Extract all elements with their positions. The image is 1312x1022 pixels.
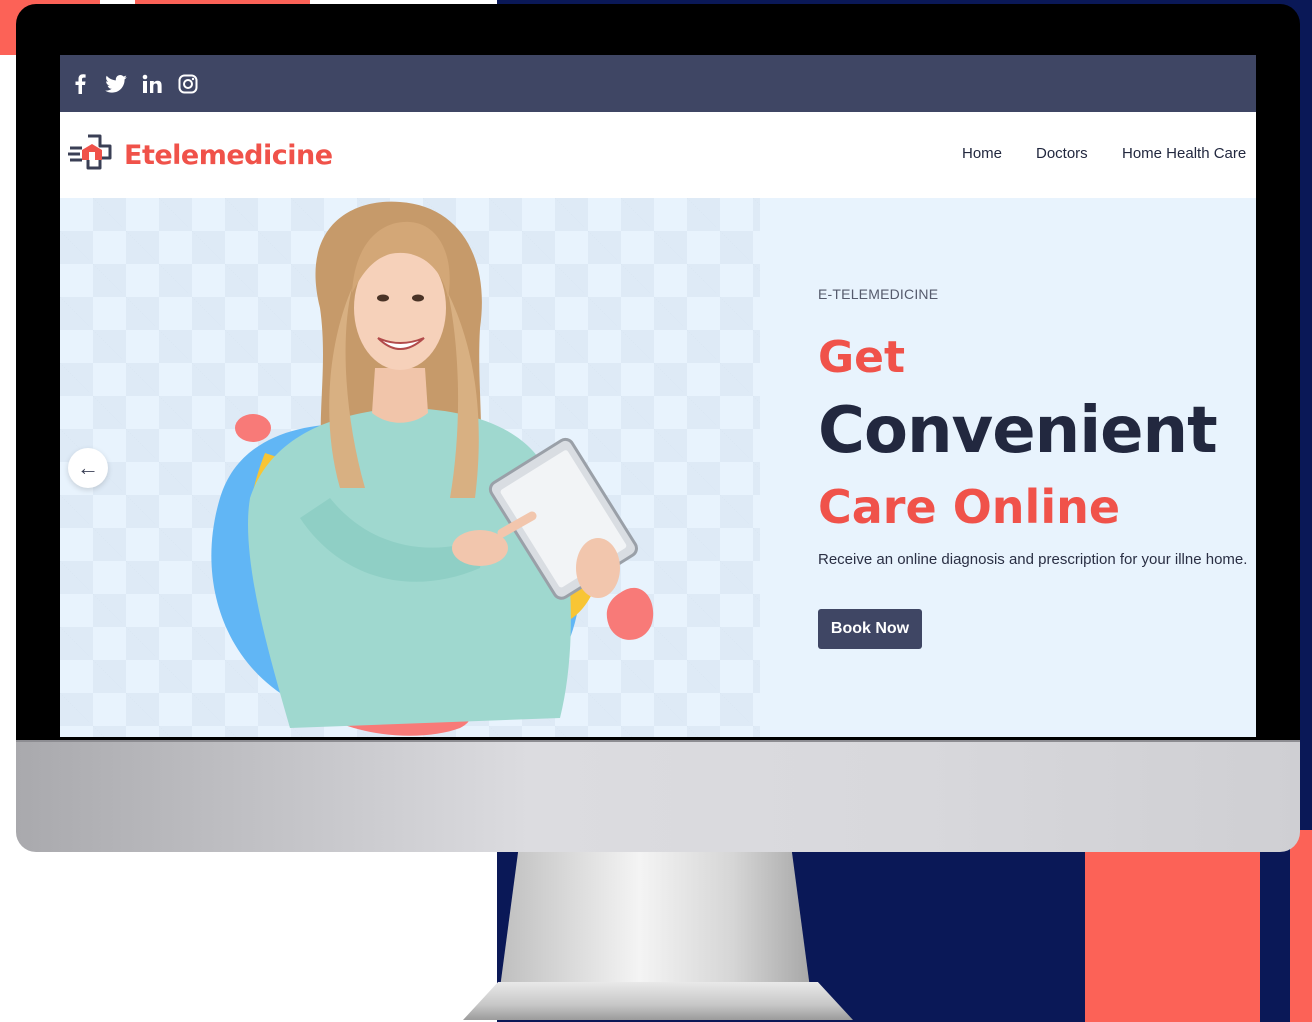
- hero-heading-convenient: Convenient: [818, 394, 1218, 468]
- twitter-icon[interactable]: [104, 72, 128, 96]
- nav-doctors[interactable]: Doctors: [1036, 145, 1088, 162]
- monitor-chin: [16, 740, 1300, 852]
- hero-heading-care-online: Care Online: [818, 480, 1121, 534]
- monitor-stand-base: [463, 982, 853, 1020]
- hero-heading-get: Get: [818, 332, 905, 383]
- book-now-button[interactable]: Book Now: [818, 609, 922, 649]
- nav-home-health-care[interactable]: Home Health Care: [1122, 145, 1246, 162]
- linkedin-icon[interactable]: [140, 72, 164, 96]
- social-topbar: [60, 55, 1256, 112]
- instagram-icon[interactable]: [176, 72, 200, 96]
- monitor-stand-neck: [500, 848, 810, 988]
- brand-logo[interactable]: Etelemedicine: [68, 130, 333, 180]
- background-quote-shape: [1085, 830, 1260, 1022]
- hero-eyebrow: E-TELEMEDICINE: [818, 286, 939, 302]
- hero-slider: ← E-TELEMEDICINE Get Convenient Care Onl…: [60, 198, 1256, 737]
- main-navbar: Etelemedicine Home Doctors Home Health C…: [60, 112, 1256, 198]
- slider-prev-button[interactable]: ←: [68, 448, 108, 488]
- background-quote-shape-2: [1290, 830, 1312, 1022]
- facebook-icon[interactable]: [68, 72, 92, 96]
- nav-home[interactable]: Home: [962, 145, 1002, 162]
- website-screen: Etelemedicine Home Doctors Home Health C…: [60, 55, 1256, 737]
- hero-woman-with-tablet-illustration: [211, 201, 654, 736]
- hero-description: Receive an online diagnosis and prescrip…: [818, 551, 1248, 568]
- brand-name: Etelemedicine: [124, 139, 333, 171]
- medical-cross-logo-icon: [68, 134, 112, 170]
